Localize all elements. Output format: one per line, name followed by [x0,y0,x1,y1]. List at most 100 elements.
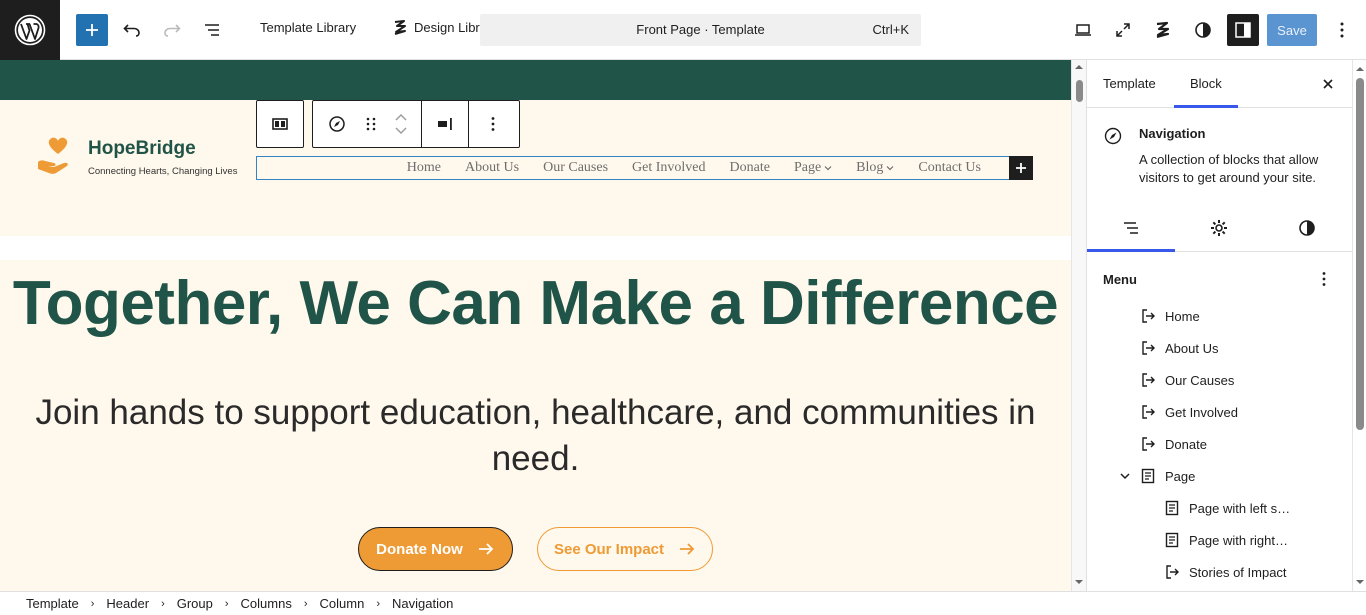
add-block-button[interactable] [76,14,108,46]
chevron-down-icon[interactable] [394,127,408,135]
menu-item-page[interactable]: Page [1139,464,1195,488]
sidebar-icon [1235,22,1251,38]
breadcrumb-columns[interactable]: Columns [241,596,292,611]
site-header[interactable]: HopeBridge Connecting Hearts, Changing L… [0,100,1071,236]
editor-canvas[interactable]: HopeBridge Connecting Hearts, Changing L… [0,60,1071,591]
nav-item-about-us[interactable]: About Us [465,160,519,176]
block-parent-selector[interactable] [256,100,304,148]
custom-link-icon [1166,565,1179,579]
justify-right-icon [438,118,452,130]
navigation-block-button[interactable] [313,101,361,147]
menu-item-about-us[interactable]: About Us [1139,336,1218,360]
nav-item-blog-label: Blog [856,160,884,175]
tab-styles[interactable] [1263,204,1351,252]
menu-item-page-left-sidebar[interactable]: Page with left s… [1163,496,1290,520]
device-preview-button[interactable] [1067,14,1099,46]
hero-title[interactable]: Together, We Can Make a Difference [0,268,1071,339]
breadcrumb-header[interactable]: Header [106,596,149,611]
editor-top-bar: Template Library Design Library Front Pa… [0,0,1366,60]
tab-list-view[interactable] [1087,204,1175,252]
site-tagline: Connecting Hearts, Changing Lives [88,165,238,177]
document-overview-button[interactable] [196,14,228,46]
hero-section[interactable]: Together, We Can Make a Difference Join … [0,260,1071,591]
active-tab-indicator [1174,105,1238,108]
sidebar-scroll-thumb[interactable] [1356,78,1364,430]
menu-item-label: Page with right… [1189,532,1288,548]
plus-icon [1016,163,1026,173]
scroll-down-icon[interactable] [1072,577,1086,587]
sidebar-scrollbar[interactable] [1352,60,1366,591]
page-icon [1165,532,1179,548]
nav-item-blog[interactable]: Blog [856,160,894,176]
tab-block[interactable]: Block [1190,76,1222,91]
donate-now-button[interactable]: Donate Now [358,527,513,571]
menu-item-home[interactable]: Home [1139,304,1200,328]
command-shortcut: Ctrl+K [872,22,909,37]
chevron-down-icon[interactable] [1119,470,1131,482]
site-logo[interactable]: HopeBridge Connecting Hearts, Changing L… [36,136,237,178]
nav-item-home[interactable]: Home [407,160,441,176]
nav-item-contact-us[interactable]: Contact Us [918,160,981,176]
block-toolbar [312,100,520,148]
sidebar-tabs: Template Block [1087,60,1353,108]
nav-item-get-involved[interactable]: Get Involved [632,160,705,176]
see-our-impact-button[interactable]: See Our Impact [537,527,713,571]
block-options-button[interactable] [469,101,517,147]
template-library-link[interactable]: Template Library [260,20,356,35]
menu-item-label: Home [1165,308,1200,324]
spectra-icon [1156,21,1170,39]
undo-button[interactable] [116,14,148,46]
nav-item-page[interactable]: Page [794,160,832,176]
nav-item-our-causes[interactable]: Our Causes [543,160,608,176]
nav-item-donate[interactable]: Donate [730,160,770,176]
wordpress-logo-icon[interactable] [0,0,60,60]
close-icon [1323,79,1333,89]
page-icon [1141,468,1155,484]
menu-options-button[interactable] [1313,268,1335,290]
drag-handle-icon [366,117,376,131]
document-title: Front Page · Template [636,22,765,37]
save-button[interactable]: Save [1267,14,1317,46]
canvas-scroll-thumb[interactable] [1076,80,1083,102]
options-button[interactable] [1326,14,1358,46]
more-vertical-icon [491,117,495,131]
breadcrumb-group[interactable]: Group [177,596,213,611]
menu-item-label: Page [1165,468,1196,484]
chevron-up-icon[interactable] [394,113,408,121]
redo-button[interactable] [156,14,188,46]
gear-icon [1211,220,1227,236]
tab-settings[interactable] [1175,204,1263,252]
menu-item-get-involved[interactable]: Get Involved [1139,400,1238,424]
breadcrumb-navigation: Navigation [391,596,454,611]
menu-item-our-causes[interactable]: Our Causes [1139,368,1234,392]
site-title[interactable]: HopeBridge [88,138,237,160]
breadcrumb-template[interactable]: Template [26,596,79,611]
list-view-icon [1124,222,1138,234]
spectra-button[interactable] [1147,14,1179,46]
canvas-scrollbar[interactable] [1071,60,1086,591]
close-sidebar-button[interactable] [1317,73,1339,95]
fullscreen-button[interactable] [1107,14,1139,46]
breadcrumb-column[interactable]: Column [320,596,365,611]
settings-panel-toggle[interactable] [1227,14,1259,46]
see-our-impact-label: See Our Impact [553,540,665,558]
scroll-up-icon[interactable] [1353,64,1366,74]
navigation-block[interactable]: Home About Us Our Causes Get Involved Do… [256,156,1010,180]
hero-subtitle[interactable]: Join hands to support education, healthc… [10,390,1061,482]
tab-template[interactable]: Template [1103,76,1156,91]
justify-button[interactable] [421,101,469,147]
command-palette-bar[interactable]: Front Page · Template Ctrl+K [480,14,921,46]
add-nav-item-button[interactable] [1009,156,1033,180]
menu-item-donate[interactable]: Donate [1139,432,1207,456]
menu-item-stories-of-impact[interactable]: Stories of Impact [1163,560,1287,584]
drag-handle[interactable] [361,101,381,147]
scroll-down-icon[interactable] [1353,577,1366,587]
move-buttons[interactable] [381,101,421,147]
scroll-up-icon[interactable] [1072,62,1086,72]
settings-sidebar: Template Block Navigation A collection o… [1086,60,1353,591]
menu-item-page-right-sidebar[interactable]: Page with right… [1163,528,1288,552]
chevron-right-icon: › [376,597,380,610]
styles-button[interactable] [1187,14,1219,46]
page-icon [1165,500,1179,516]
chevron-right-icon: › [224,597,229,610]
